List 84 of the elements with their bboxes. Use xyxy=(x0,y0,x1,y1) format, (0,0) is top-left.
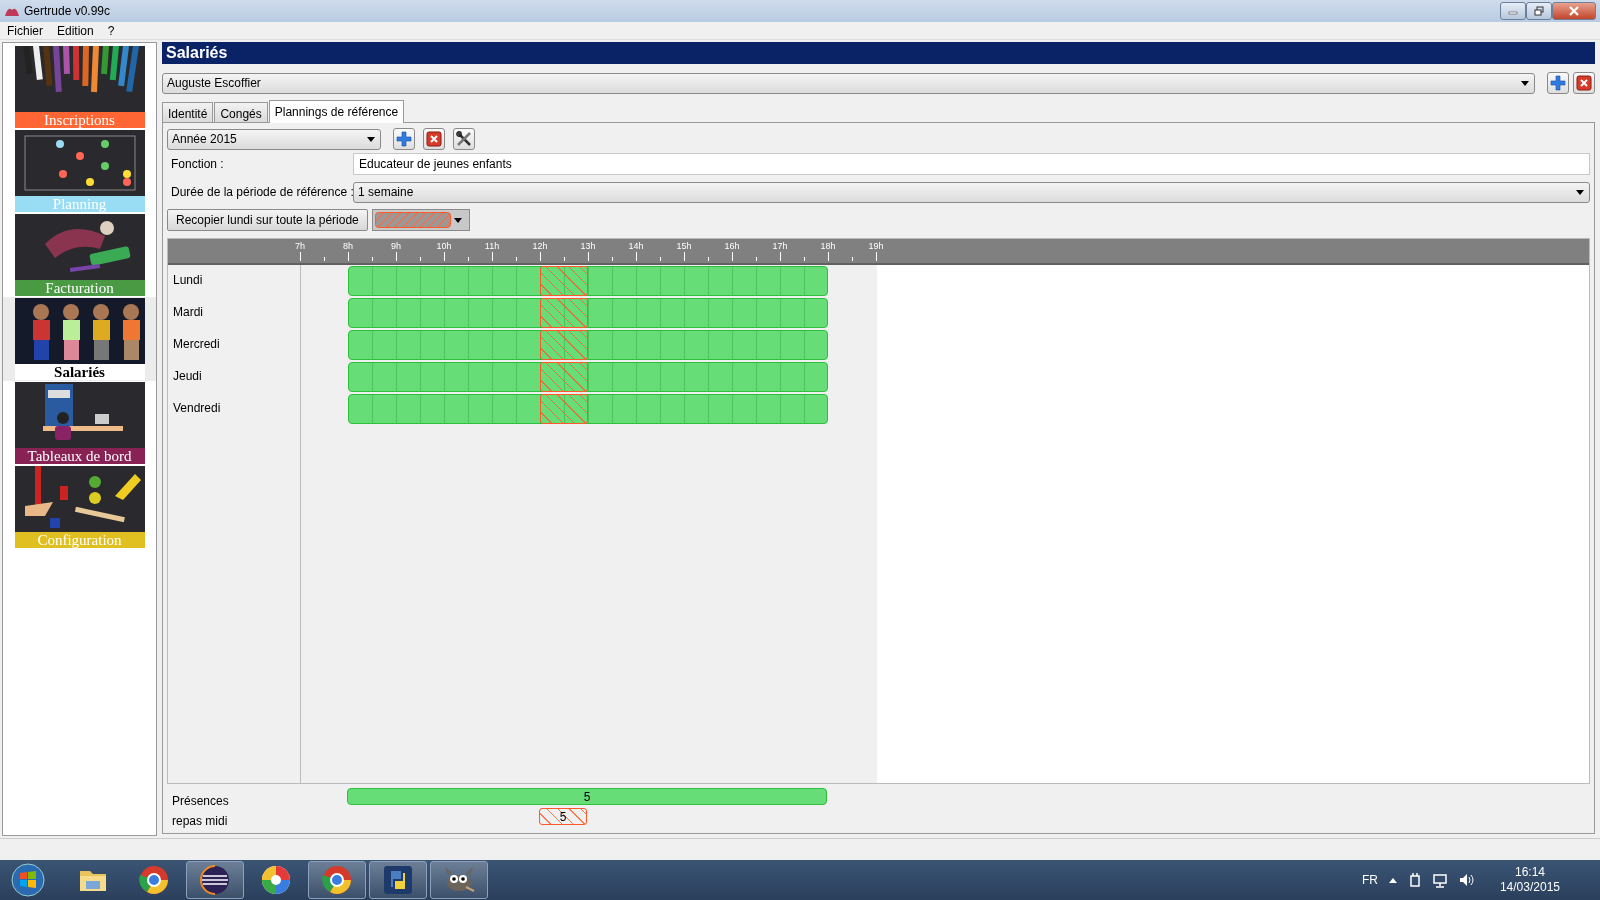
day-label: Lundi xyxy=(173,272,203,289)
hour-label: 15h xyxy=(676,240,692,253)
hour-label: 9h xyxy=(391,240,401,253)
add-button[interactable] xyxy=(1547,72,1569,94)
add-button[interactable] xyxy=(393,128,415,150)
duration-value: 1 semaine xyxy=(358,184,414,201)
windows-logo-icon xyxy=(11,863,45,897)
hour-label: 11h xyxy=(484,240,500,253)
delete-button[interactable] xyxy=(1573,72,1595,94)
tab[interactable]: Identité xyxy=(162,102,214,122)
page-title: Salariés xyxy=(162,42,1595,64)
total-label: repas midi xyxy=(172,813,228,830)
hour-label: 7h xyxy=(295,240,305,253)
delete-button[interactable] xyxy=(423,128,445,150)
hour-label: 12h xyxy=(532,240,548,253)
taskbar-button[interactable] xyxy=(430,861,488,899)
taskbar-button[interactable] xyxy=(186,861,244,899)
ring-icon xyxy=(320,863,354,897)
total-bar: 5 xyxy=(347,788,827,805)
delete-icon xyxy=(1576,75,1592,91)
up-arrow-icon xyxy=(1387,876,1398,884)
hour-label: 18h xyxy=(820,240,836,253)
ring-icon xyxy=(137,863,171,897)
maximize-button[interactable] xyxy=(1526,2,1552,20)
caret-icon xyxy=(1575,187,1585,197)
snake-icon xyxy=(381,863,415,897)
minimize-button[interactable] xyxy=(1500,2,1526,20)
hour-label: 19h xyxy=(868,240,884,253)
day-label: Mercredi xyxy=(173,336,220,353)
total-label: Présences xyxy=(172,793,229,810)
sidebar-item[interactable]: Facturation xyxy=(3,213,156,297)
year-dropdown[interactable]: Année 2015 xyxy=(167,128,381,150)
employee-name: Auguste Escoffier xyxy=(167,75,261,92)
hour-label: 13h xyxy=(580,240,596,253)
duration-dropdown[interactable]: 1 semaine xyxy=(353,181,1590,203)
pinwheel-icon xyxy=(259,863,293,897)
taskbar-button[interactable] xyxy=(369,861,427,899)
tab[interactable]: Congés xyxy=(214,102,268,122)
hour-label: 14h xyxy=(628,240,644,253)
employee-dropdown[interactable]: Auguste Escoffier xyxy=(162,72,1535,94)
sidebar-item[interactable]: Tableaux de bord xyxy=(3,381,156,465)
hour-label: 16h xyxy=(724,240,740,253)
sidebar-label: Planning xyxy=(14,196,145,212)
power-icon xyxy=(1407,872,1422,888)
tools-button[interactable] xyxy=(453,128,475,150)
sidebar-label: Salariés xyxy=(14,364,145,380)
language-indicator[interactable]: FR xyxy=(1361,871,1378,889)
window-title: Gertrude v0.99c xyxy=(24,3,111,20)
copy-button[interactable]: Recopier lundi sur toute la période xyxy=(167,209,368,231)
total-block: 5 xyxy=(539,808,587,825)
tab[interactable]: Plannings de référence xyxy=(268,100,405,123)
day-label: Jeudi xyxy=(173,368,202,385)
field-label: Durée de la période de référence : xyxy=(170,184,353,201)
plus-icon xyxy=(1550,75,1566,91)
menu-item[interactable]: Edition xyxy=(57,21,94,40)
tools-icon xyxy=(456,131,472,147)
menu-item[interactable]: Fichier xyxy=(7,21,43,40)
sidebar-label: Tableaux de bord xyxy=(14,448,145,464)
clock-time: 16:14 xyxy=(1514,865,1545,880)
caret-icon xyxy=(366,134,376,144)
speaker-icon xyxy=(1457,872,1474,888)
clock-date: 14/03/2015 xyxy=(1499,880,1560,895)
hour-label: 10h xyxy=(436,240,452,253)
close-button[interactable] xyxy=(1552,2,1596,20)
year-value: Année 2015 xyxy=(172,131,237,148)
hour-label: 17h xyxy=(772,240,788,253)
eclipse-icon xyxy=(198,863,232,897)
sidebar-label: Configuration xyxy=(14,532,145,548)
taskbar-button[interactable] xyxy=(308,861,366,899)
hour-label: 8h xyxy=(343,240,353,253)
close-icon xyxy=(1569,6,1579,16)
day-label: Vendredi xyxy=(173,400,221,417)
plus-icon xyxy=(396,131,412,147)
network-icon xyxy=(1431,872,1448,888)
day-label: Mardi xyxy=(173,304,203,321)
sidebar-label: Facturation xyxy=(14,280,145,296)
text-field[interactable]: Educateur de jeunes enfants xyxy=(353,153,1590,175)
sidebar-item[interactable]: Salariés xyxy=(3,297,156,381)
restore-icon xyxy=(1534,6,1544,16)
menu-item[interactable]: ? xyxy=(107,21,115,40)
delete-icon xyxy=(426,131,442,147)
field-label: Fonction : xyxy=(170,156,225,173)
caret-icon xyxy=(1520,78,1530,88)
sidebar-label: Inscriptions xyxy=(14,112,145,128)
